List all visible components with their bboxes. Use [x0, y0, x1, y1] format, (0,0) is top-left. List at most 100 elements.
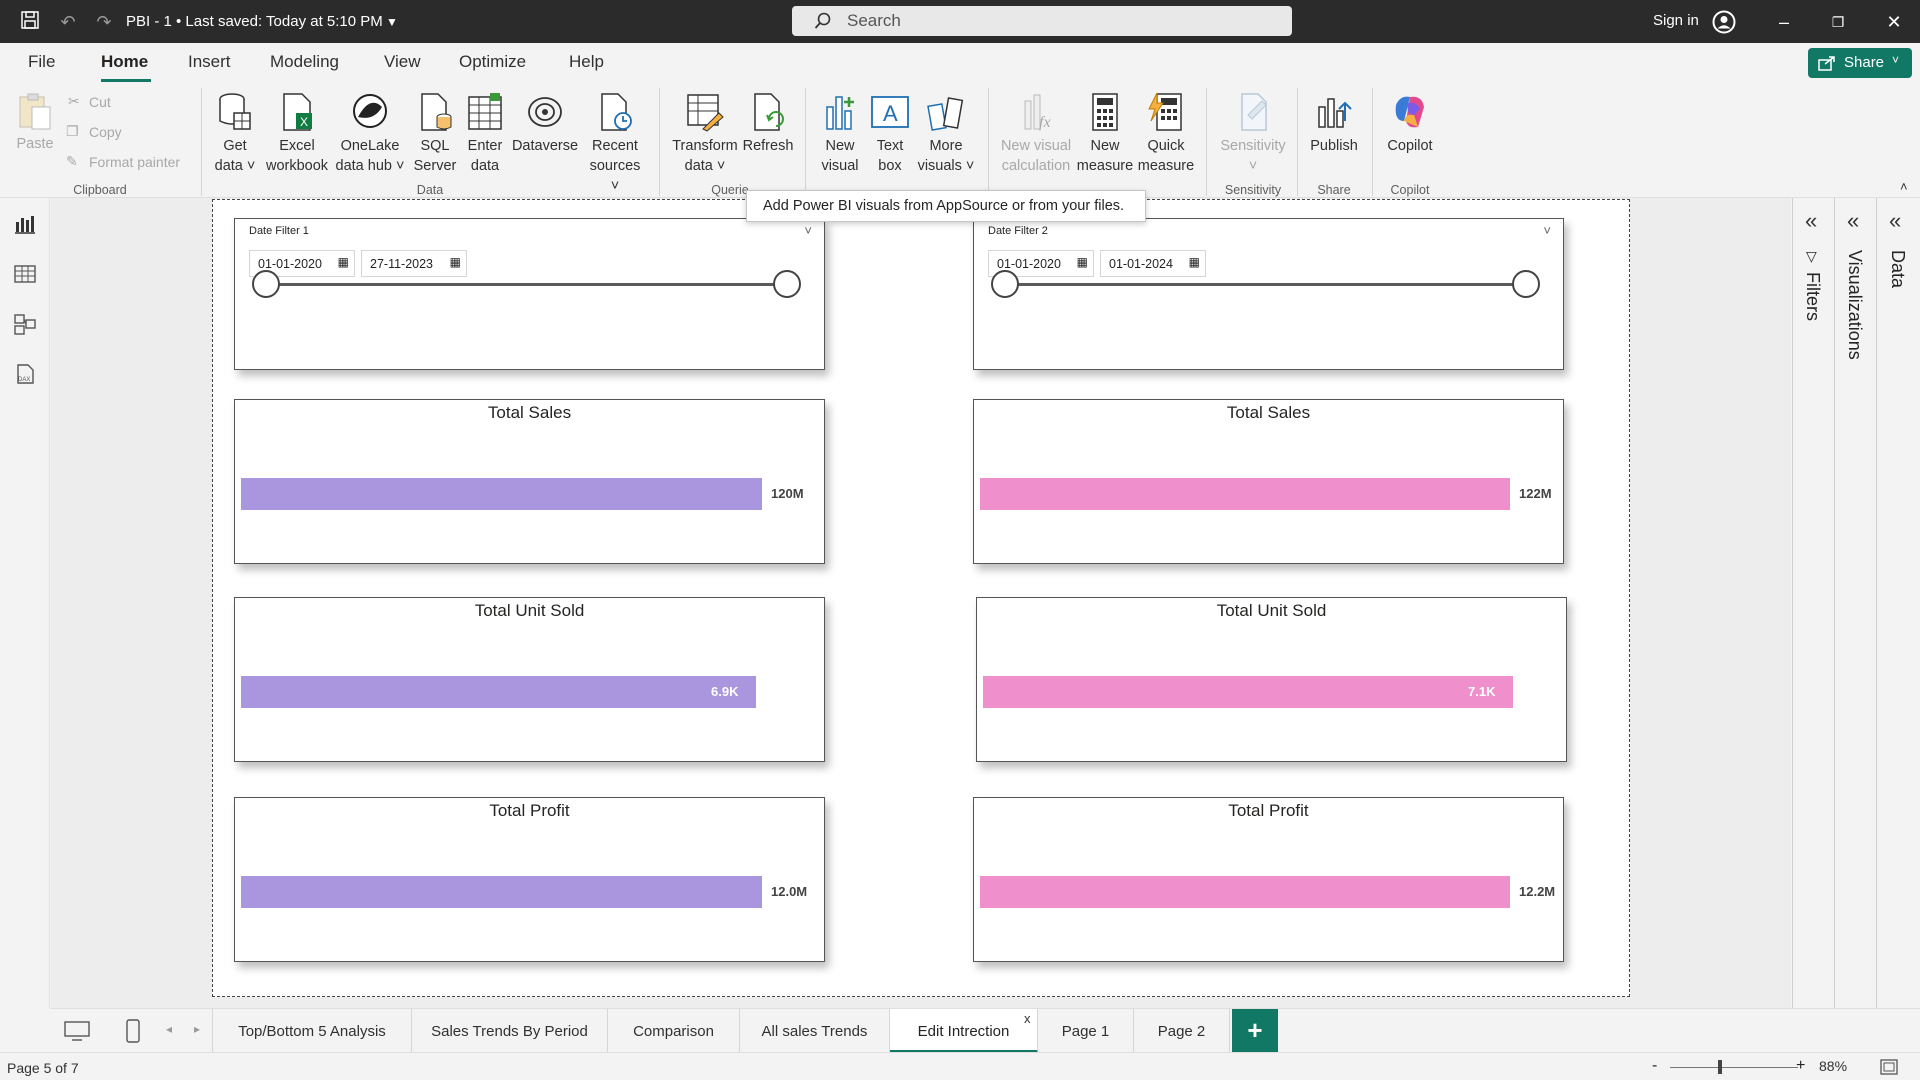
- more-visuals-button[interactable]: More visuals ˅: [916, 91, 976, 176]
- menu-insert[interactable]: Insert: [188, 52, 231, 72]
- end-date-input[interactable]: 27-11-2023 ▦: [361, 250, 467, 277]
- zoom-slider[interactable]: [1670, 1067, 1798, 1068]
- slider-end-handle[interactable]: [773, 270, 801, 298]
- format-painter-button[interactable]: Format painter: [89, 154, 180, 170]
- total-profit-chart-right[interactable]: Total Profit 12.2M: [973, 797, 1564, 962]
- restore-icon[interactable]: ❐: [1826, 10, 1850, 34]
- calendar-icon[interactable]: ▦: [1189, 255, 1200, 269]
- bar[interactable]: [980, 478, 1510, 510]
- undo-icon[interactable]: ↶: [56, 10, 80, 34]
- quick-measure-button[interactable]: Quick measure: [1136, 91, 1196, 176]
- bar[interactable]: [980, 876, 1510, 908]
- slider-start-handle[interactable]: [991, 270, 1019, 298]
- menu-home[interactable]: Home: [101, 52, 148, 72]
- desktop-layout-icon[interactable]: [64, 1021, 90, 1041]
- report-view-icon[interactable]: [13, 212, 37, 236]
- total-unit-sold-chart-right[interactable]: Total Unit Sold 7.1K: [976, 597, 1567, 762]
- zoom-slider-thumb[interactable]: [1718, 1060, 1722, 1074]
- calendar-icon[interactable]: ▦: [338, 255, 349, 269]
- mobile-layout-icon[interactable]: [126, 1019, 140, 1043]
- visualizations-pane[interactable]: « Visualizations: [1834, 198, 1876, 1008]
- total-profit-chart-left[interactable]: Total Profit 12.0M: [234, 797, 825, 962]
- onelake-data-hub-button[interactable]: OneLake data hub ˅: [333, 91, 407, 176]
- total-unit-sold-chart-left[interactable]: Total Unit Sold 6.9K: [234, 597, 825, 762]
- tab-all-sales-trends[interactable]: All sales Trends: [740, 1009, 890, 1053]
- menu-file[interactable]: File: [28, 52, 55, 72]
- tab-top-bottom-5-analysis[interactable]: Top/Bottom 5 Analysis: [212, 1009, 412, 1053]
- account-icon[interactable]: [1712, 10, 1736, 34]
- get-data-button[interactable]: Get data ˅: [210, 91, 260, 176]
- copilot-button[interactable]: Copilot: [1380, 91, 1440, 156]
- table-view-icon[interactable]: [13, 262, 37, 286]
- new-measure-button[interactable]: New measure: [1076, 91, 1134, 176]
- enter-data-button[interactable]: Enter data: [462, 91, 508, 176]
- tab-comparison[interactable]: Comparison: [608, 1009, 740, 1053]
- slider-track[interactable]: [1006, 283, 1528, 286]
- publish-button[interactable]: Publish: [1306, 91, 1362, 156]
- bar[interactable]: [983, 676, 1513, 708]
- scroll-right-icon[interactable]: ▸: [194, 1022, 200, 1036]
- close-icon[interactable]: ✕: [1882, 10, 1906, 34]
- minimize-icon[interactable]: –: [1772, 10, 1796, 34]
- document-title[interactable]: PBI - 1 • Last saved: Today at 5:10 PM: [126, 13, 383, 30]
- filters-pane[interactable]: « ▽ Filters: [1792, 198, 1834, 1008]
- cut-button[interactable]: Cut: [89, 94, 111, 110]
- copy-button[interactable]: Copy: [89, 124, 122, 140]
- bar[interactable]: [241, 478, 762, 510]
- bar[interactable]: [241, 676, 756, 708]
- chevron-down-icon[interactable]: ˅: [804, 223, 812, 238]
- total-sales-chart-right[interactable]: Total Sales 122M: [973, 399, 1564, 564]
- close-tab-icon[interactable]: x: [1024, 1011, 1031, 1026]
- menu-help[interactable]: Help: [569, 52, 604, 72]
- sensitivity-button[interactable]: Sensitivity ˅: [1216, 91, 1290, 176]
- calendar-icon[interactable]: ▦: [1077, 255, 1088, 269]
- slider-start-handle[interactable]: [252, 270, 280, 298]
- recent-label-1: Recent: [592, 138, 638, 154]
- tab-edit-intrection[interactable]: Edit Intrection: [890, 1009, 1038, 1053]
- collapse-ribbon-icon[interactable]: ˄: [1900, 179, 1908, 194]
- zoom-out-icon[interactable]: -: [1652, 1057, 1657, 1075]
- total-sales-chart-left[interactable]: Total Sales 120M: [234, 399, 825, 564]
- expand-visualizations-icon[interactable]: «: [1847, 208, 1859, 234]
- recent-sources-button[interactable]: Recent sources ˅: [584, 91, 646, 196]
- transform-data-button[interactable]: Transform data ˅: [670, 91, 740, 176]
- dax-query-view-icon[interactable]: DAX: [13, 362, 37, 386]
- new-visual-calculation-button[interactable]: fx New visual calculation: [998, 91, 1074, 176]
- chevron-down-icon[interactable]: ˅: [1543, 223, 1551, 238]
- refresh-button[interactable]: Refresh: [742, 91, 794, 156]
- zoom-in-icon[interactable]: +: [1796, 1057, 1805, 1075]
- end-date-input[interactable]: 01-01-2024 ▦: [1100, 250, 1206, 277]
- data-pane[interactable]: « Data: [1876, 198, 1920, 1008]
- chevron-down-icon[interactable]: ▼: [380, 10, 404, 34]
- add-page-button[interactable]: +: [1232, 1009, 1278, 1053]
- menu-modeling[interactable]: Modeling: [270, 52, 339, 72]
- tab-sales-trends-by-period[interactable]: Sales Trends By Period: [412, 1009, 608, 1053]
- date-slicer-1[interactable]: Date Filter 1 ˅ 01-01-2020 ▦ 27-11-2023 ▦: [234, 218, 825, 370]
- sign-in-link[interactable]: Sign in: [1653, 12, 1699, 29]
- tab-page-1[interactable]: Page 1: [1038, 1009, 1134, 1053]
- tab-page-2[interactable]: Page 2: [1134, 1009, 1230, 1053]
- dataverse-button[interactable]: Dataverse: [510, 91, 580, 156]
- date-slicer-2[interactable]: Date Filter 2 ˅ 01-01-2020 ▦ 01-01-2024 ▦: [973, 218, 1564, 370]
- slider-end-handle[interactable]: [1512, 270, 1540, 298]
- fit-to-page-icon[interactable]: [1880, 1059, 1898, 1075]
- model-view-icon[interactable]: [13, 312, 37, 336]
- redo-icon[interactable]: ↷: [92, 10, 116, 34]
- menu-view[interactable]: View: [384, 52, 421, 72]
- expand-data-icon[interactable]: «: [1889, 208, 1901, 234]
- scroll-left-icon[interactable]: ◂: [166, 1022, 172, 1036]
- menu-optimize[interactable]: Optimize: [459, 52, 526, 72]
- text-box-button[interactable]: A Text box: [868, 91, 912, 176]
- new-visual-button[interactable]: New visual: [816, 91, 864, 176]
- share-button[interactable]: Share ˅: [1808, 48, 1912, 78]
- bar[interactable]: [241, 876, 762, 908]
- sql-server-button[interactable]: SQL Server: [412, 91, 458, 176]
- expand-filters-icon[interactable]: «: [1805, 208, 1817, 234]
- excel-workbook-button[interactable]: X Excel workbook: [262, 91, 332, 176]
- search-input[interactable]: Search: [792, 6, 1292, 36]
- slider-track[interactable]: [267, 283, 789, 286]
- svg-text:DAX: DAX: [18, 377, 30, 383]
- paste-button[interactable]: Paste: [14, 91, 56, 154]
- calendar-icon[interactable]: ▦: [450, 255, 461, 269]
- save-icon[interactable]: [18, 10, 42, 34]
